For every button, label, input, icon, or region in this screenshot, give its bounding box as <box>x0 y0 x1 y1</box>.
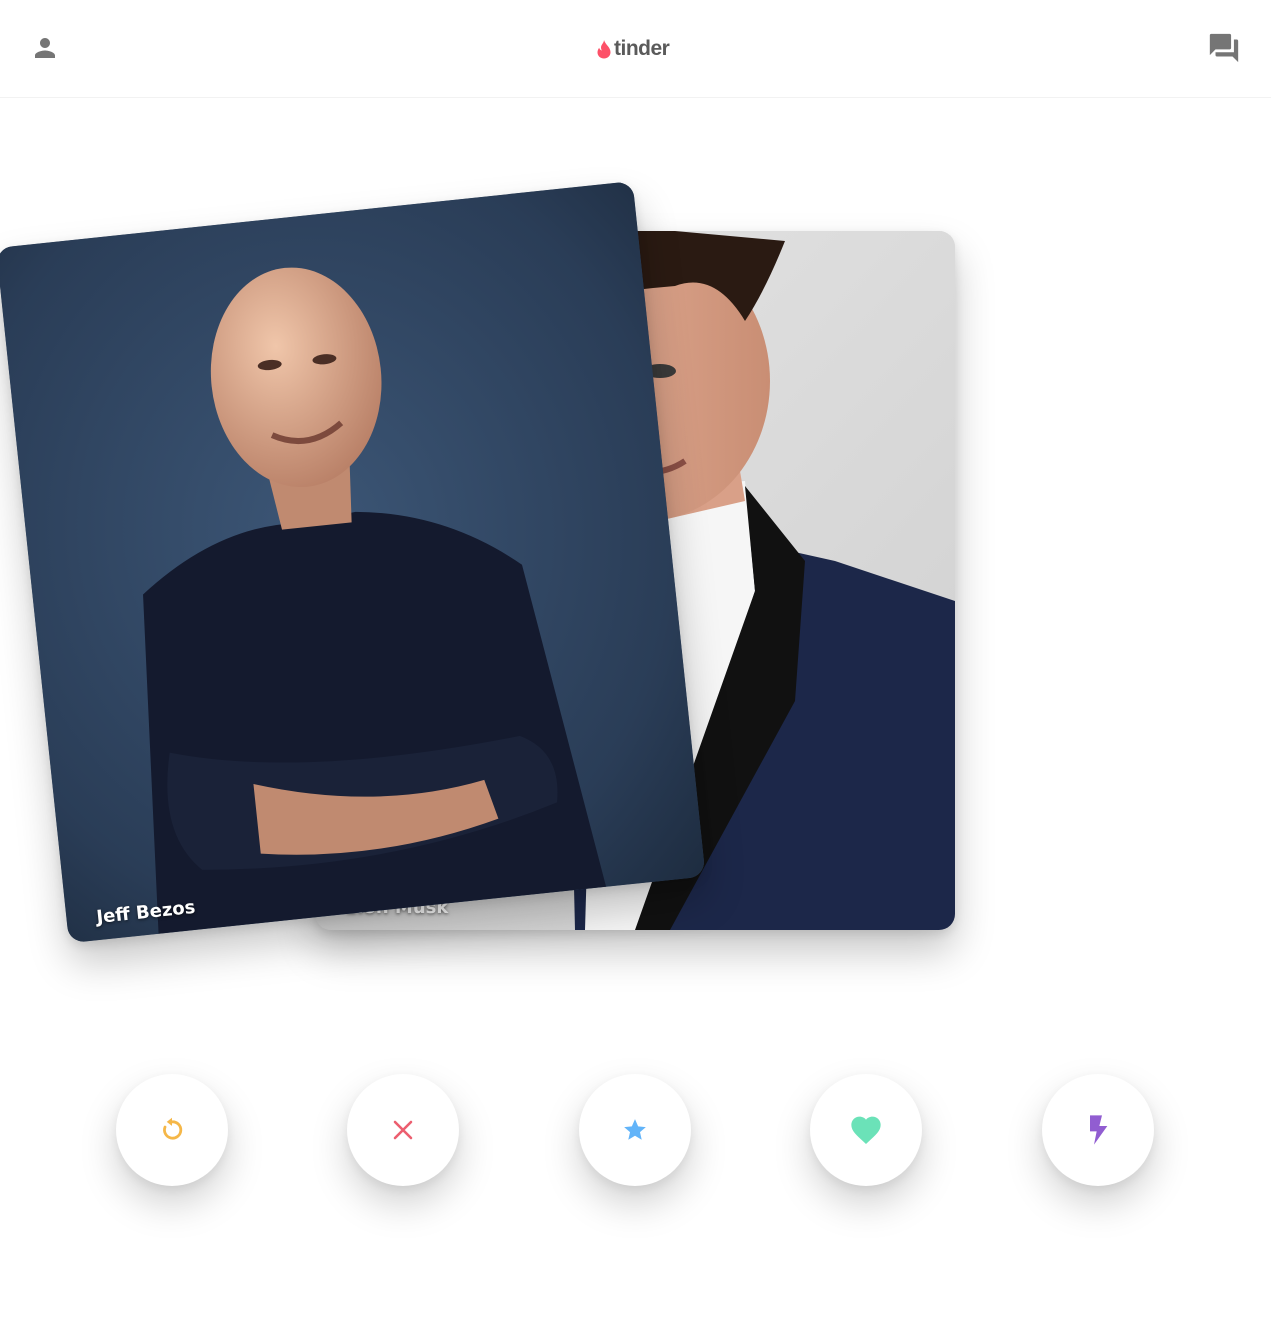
boost-button[interactable] <box>1042 1074 1154 1186</box>
rewind-icon <box>163 1117 183 1140</box>
lightning-icon <box>1090 1115 1108 1145</box>
flame-icon <box>597 40 611 59</box>
chat-icon <box>1209 33 1239 63</box>
messages-button[interactable] <box>1202 26 1246 70</box>
person-icon <box>35 38 55 58</box>
top-bar: tinder <box>0 0 1271 98</box>
super-like-button[interactable] <box>579 1074 691 1186</box>
rewind-button[interactable] <box>116 1074 228 1186</box>
close-icon <box>393 1120 413 1140</box>
profile-button[interactable] <box>23 26 67 70</box>
heart-icon <box>851 1116 881 1144</box>
like-button[interactable] <box>810 1074 922 1186</box>
star-icon <box>624 1119 646 1140</box>
tinder-logo[interactable]: tinder <box>596 36 670 62</box>
profile-photo-jeff <box>0 181 706 944</box>
profile-card-front[interactable]: Jeff Bezos <box>0 181 706 944</box>
logo-text: tinder <box>614 37 670 60</box>
nope-button[interactable] <box>347 1074 459 1186</box>
